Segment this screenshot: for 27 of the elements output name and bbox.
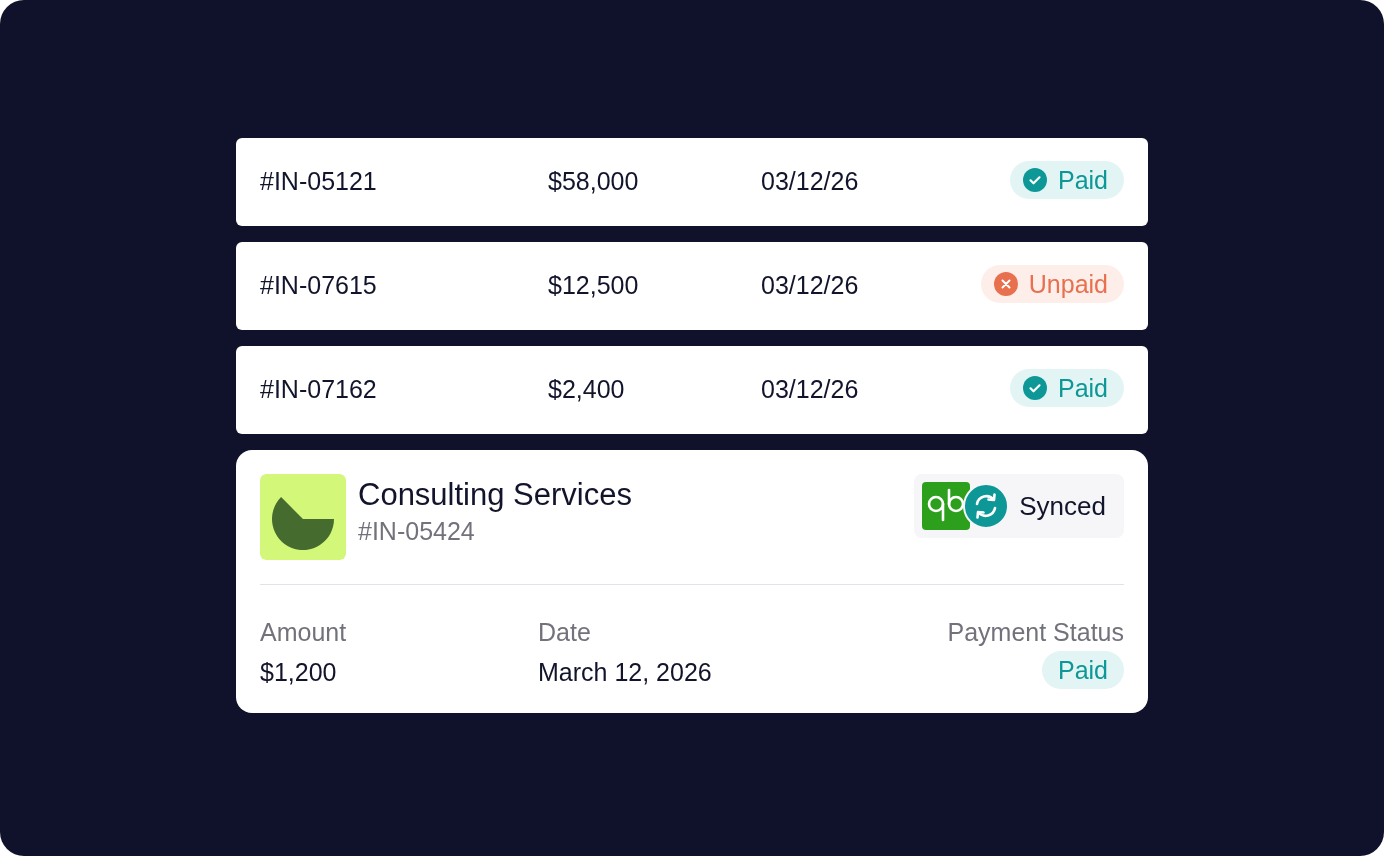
invoice-number: #IN-05424 [358, 518, 476, 546]
date-value: March 12, 2026 [538, 657, 712, 687]
invoice-number: #IN-05121 [260, 166, 378, 198]
check-icon [1022, 168, 1047, 193]
status-badge: Paid [1009, 161, 1124, 200]
invoice-date: 03/12/26 [761, 270, 859, 302]
app-logo-icon [922, 482, 971, 530]
invoice-amount: $2,400 [548, 374, 626, 406]
status-badge: Unpaid [980, 265, 1124, 304]
sync-icon [963, 483, 1010, 529]
invoice-date: 03/12/26 [761, 166, 859, 198]
invoice-amount: $12,500 [548, 270, 640, 302]
invoice-title: Consulting Services [358, 478, 632, 513]
status-badge: Paid [1009, 369, 1124, 408]
field-label: Date [538, 617, 592, 647]
invoice-date: 03/12/26 [761, 374, 859, 406]
status-badge: Paid [1041, 651, 1124, 689]
invoice-amount: $58,000 [548, 166, 640, 198]
amount-value: $1,200 [260, 657, 338, 687]
close-icon [993, 272, 1018, 297]
invoice-number: #IN-07162 [260, 374, 378, 406]
invoice-number: #IN-07615 [260, 270, 378, 302]
field-label: Payment Status [947, 617, 1124, 647]
check-icon [1022, 376, 1047, 401]
logo-icon [260, 474, 346, 560]
sync-status-text: Synced [1019, 489, 1106, 523]
field-label: Amount [260, 617, 348, 647]
